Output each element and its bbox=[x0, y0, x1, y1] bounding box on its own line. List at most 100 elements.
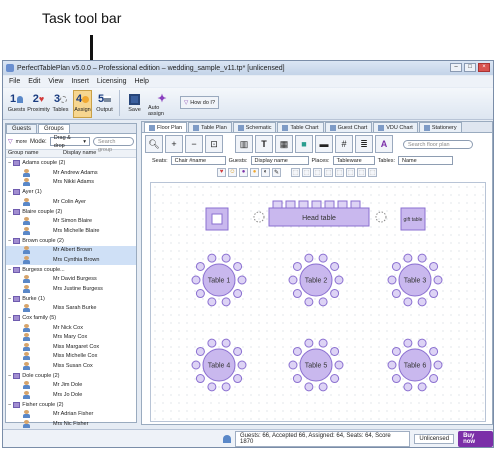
seat[interactable] bbox=[417, 297, 427, 307]
tab-floor-plan[interactable]: Floor Plan bbox=[144, 122, 188, 132]
seat[interactable] bbox=[417, 382, 427, 392]
more-link[interactable]: more bbox=[16, 139, 27, 145]
seat[interactable] bbox=[429, 346, 439, 356]
seats-dropdown[interactable]: Chair #name bbox=[170, 156, 226, 165]
seat[interactable] bbox=[318, 382, 328, 392]
seat[interactable] bbox=[195, 261, 205, 271]
zoom-fit-icon[interactable]: ⊡ bbox=[205, 135, 223, 153]
seat[interactable] bbox=[292, 346, 302, 356]
seat[interactable] bbox=[221, 253, 231, 263]
buy-now-button[interactable]: Buy now bbox=[458, 430, 493, 447]
disabled-tool-icon[interactable]: ⬚ bbox=[346, 167, 355, 177]
seat[interactable] bbox=[288, 275, 298, 285]
disabled-tool-icon[interactable]: ⬚ bbox=[302, 167, 311, 177]
maximize-button[interactable]: □ bbox=[464, 63, 476, 72]
tables-dropdown[interactable]: Name bbox=[398, 156, 454, 165]
seat[interactable] bbox=[292, 261, 302, 271]
proximity-button[interactable]: 2 ♥ Proximity bbox=[27, 90, 50, 118]
round-table[interactable]: Table 3 bbox=[387, 253, 443, 307]
round-table[interactable]: Table 1 bbox=[191, 253, 247, 307]
round-table[interactable]: Table 6 bbox=[387, 338, 443, 392]
guest-row[interactable]: Mr Nick Cox bbox=[6, 323, 136, 333]
seat[interactable] bbox=[207, 382, 217, 392]
group-row[interactable]: − Cox family (5) bbox=[6, 313, 136, 323]
seat[interactable] bbox=[433, 360, 443, 370]
heart-filter-icon[interactable]: ♥ bbox=[217, 167, 226, 177]
disabled-tool-icon[interactable]: ⬚ bbox=[357, 167, 366, 177]
seat[interactable] bbox=[417, 338, 427, 348]
seat[interactable] bbox=[233, 261, 243, 271]
guests-button[interactable]: 1 Guests bbox=[7, 90, 26, 118]
seat[interactable] bbox=[403, 253, 413, 263]
seat[interactable] bbox=[233, 289, 243, 299]
ruler-icon[interactable]: ▥ bbox=[235, 135, 253, 153]
seat[interactable] bbox=[304, 253, 314, 263]
seat[interactable] bbox=[403, 338, 413, 348]
collapse-icon[interactable]: − bbox=[8, 267, 11, 273]
disabled-tool-icon[interactable]: ⬚ bbox=[313, 167, 322, 177]
menu-licensing[interactable]: Licensing bbox=[97, 78, 127, 85]
filter-icon[interactable]: ▽ bbox=[8, 138, 13, 145]
guest-row[interactable]: Mrs Cynthia Brown bbox=[6, 255, 136, 265]
seat[interactable] bbox=[330, 374, 340, 384]
seat[interactable] bbox=[221, 338, 231, 348]
seat[interactable] bbox=[195, 374, 205, 384]
group-row[interactable]: − Burgess couple... bbox=[6, 265, 136, 275]
seat[interactable] bbox=[233, 374, 243, 384]
seat[interactable] bbox=[391, 289, 401, 299]
layers-icon[interactable]: ≣ bbox=[355, 135, 373, 153]
seat[interactable] bbox=[292, 374, 302, 384]
group-search-input[interactable]: Search group bbox=[93, 137, 134, 153]
group-row[interactable]: − Burke (1) bbox=[6, 294, 136, 304]
guest-row[interactable]: Mrs Nikki Adams bbox=[6, 178, 136, 188]
seat[interactable] bbox=[429, 261, 439, 271]
tab-stationery[interactable]: Stationery bbox=[418, 122, 462, 132]
disabled-tool-icon[interactable]: ⬚ bbox=[368, 167, 377, 177]
seat[interactable] bbox=[387, 275, 397, 285]
guest-row[interactable]: Miss Susan Cox bbox=[6, 361, 136, 371]
close-button[interactable]: × bbox=[478, 63, 490, 72]
tab-table-chart[interactable]: Table Chart bbox=[277, 122, 324, 132]
text-icon[interactable]: T bbox=[255, 135, 273, 153]
zoom-out-icon[interactable]: − bbox=[185, 135, 203, 153]
round-table[interactable]: Table 2 bbox=[288, 253, 344, 307]
guest-row[interactable]: Mr David Burgess bbox=[6, 275, 136, 285]
guest-row[interactable]: Mrs Justine Burgess bbox=[6, 284, 136, 294]
seat[interactable] bbox=[429, 289, 439, 299]
round-table[interactable]: Table 5 bbox=[288, 338, 344, 392]
seat[interactable] bbox=[330, 261, 340, 271]
seat[interactable] bbox=[391, 374, 401, 384]
seat[interactable] bbox=[221, 382, 231, 392]
guest-row[interactable]: Mrs Nic Fisher bbox=[6, 419, 136, 429]
seat[interactable] bbox=[391, 261, 401, 271]
seat[interactable] bbox=[304, 382, 314, 392]
guests-dropdown[interactable]: Display name bbox=[250, 156, 309, 165]
guest-row[interactable]: Mrs Jo Dole bbox=[6, 390, 136, 400]
seat[interactable] bbox=[391, 346, 401, 356]
smile-filter-icon[interactable]: ☺ bbox=[228, 167, 237, 177]
group-row[interactable]: − Adams couple (2) bbox=[6, 158, 136, 168]
guest-row[interactable]: Mr Colin Ayer bbox=[6, 197, 136, 207]
seat[interactable] bbox=[195, 346, 205, 356]
collapse-icon[interactable]: − bbox=[8, 238, 11, 244]
how-do-i-button[interactable]: ▽ How do I? bbox=[180, 96, 219, 109]
seat[interactable] bbox=[318, 253, 328, 263]
tab-groups[interactable]: Groups bbox=[38, 124, 70, 133]
seat[interactable] bbox=[237, 360, 247, 370]
seat[interactable] bbox=[191, 275, 201, 285]
hash-icon[interactable]: # bbox=[335, 135, 353, 153]
seat[interactable] bbox=[318, 297, 328, 307]
grid-icon[interactable]: ▦ bbox=[275, 135, 293, 153]
places-dropdown[interactable]: Tableware bbox=[332, 156, 375, 165]
collapse-icon[interactable]: − bbox=[8, 160, 11, 166]
collapse-icon[interactable]: − bbox=[8, 402, 11, 408]
seat[interactable] bbox=[334, 275, 344, 285]
seat[interactable] bbox=[387, 360, 397, 370]
collapse-icon[interactable]: − bbox=[8, 296, 11, 302]
group-row[interactable]: − Blaire couple (2) bbox=[6, 207, 136, 217]
purple-filter-icon[interactable]: ● bbox=[239, 167, 248, 177]
guest-row[interactable]: Mrs Mary Cox bbox=[6, 333, 136, 343]
disabled-tool-icon[interactable]: ⬚ bbox=[335, 167, 344, 177]
tab-guests[interactable]: Guests bbox=[6, 124, 38, 133]
menu-view[interactable]: View bbox=[48, 78, 63, 85]
